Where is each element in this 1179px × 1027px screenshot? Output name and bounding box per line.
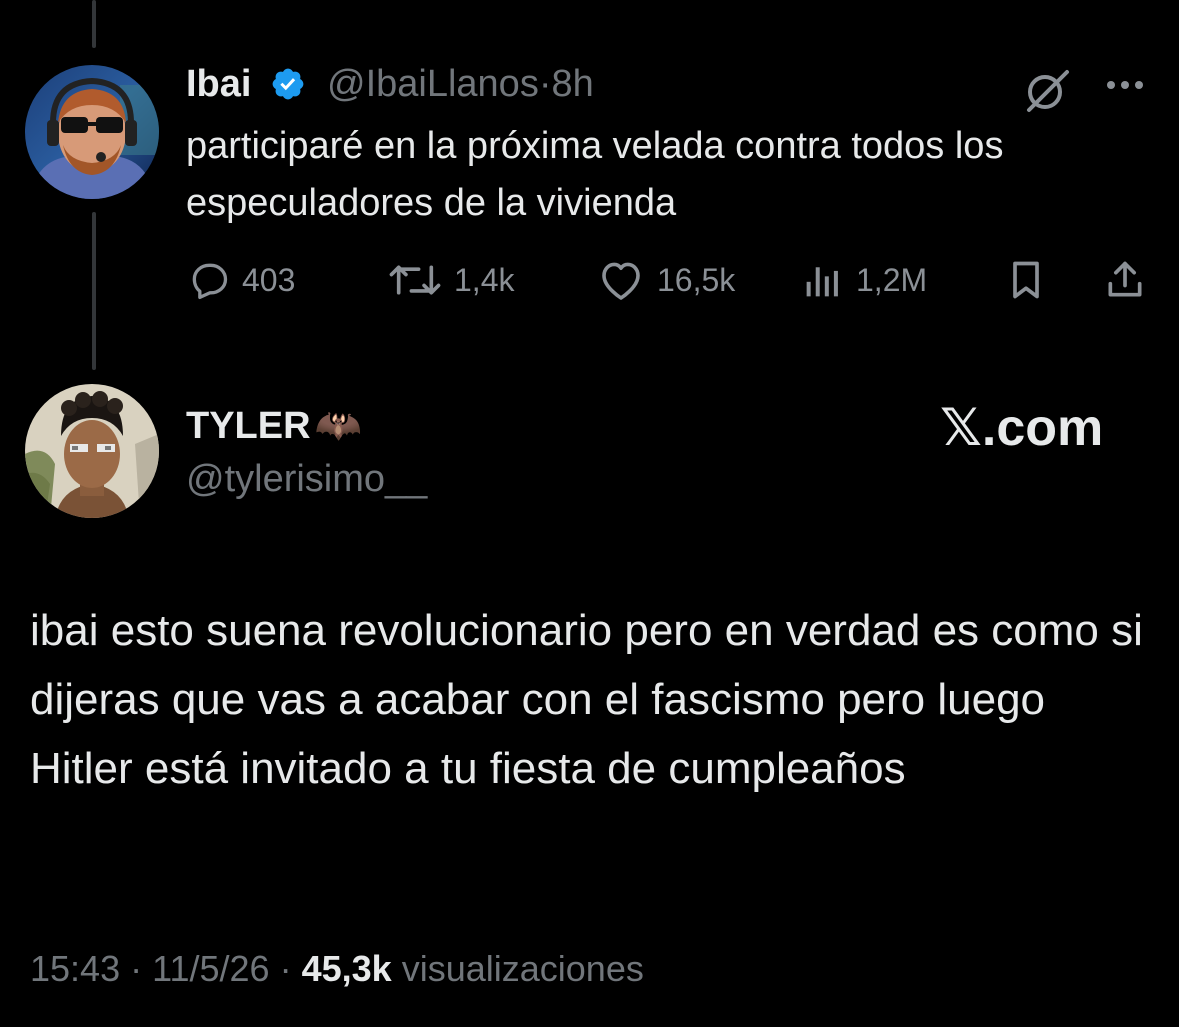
tyler-display-name[interactable]: TYLER 🦇 (186, 404, 362, 448)
tyler-name-text[interactable]: TYLER (186, 405, 311, 447)
bookmark-icon[interactable] (1004, 258, 1048, 302)
like-button[interactable]: 16,5k (595, 258, 735, 302)
views-count: 1,2M (856, 261, 928, 298)
reply-icon (186, 258, 232, 302)
views-icon (800, 260, 846, 300)
main-tweet-text: ibai esto suena revolucionario pero en v… (30, 606, 1143, 793)
ibai-display-name[interactable]: Ibai (186, 63, 251, 106)
like-count: 16,5k (657, 261, 736, 298)
more-options-icon[interactable] (1100, 70, 1150, 100)
ibai-avatar[interactable] (25, 65, 159, 199)
tweet-date[interactable]: 11/5/26 (152, 948, 269, 989)
like-icon (595, 258, 647, 302)
grok-icon[interactable] (1022, 68, 1072, 114)
quoted-tweet-text: participaré en la próxima velada contra … (186, 125, 1004, 224)
ibai-handle-text[interactable]: @IbaiLlanos (327, 63, 539, 105)
repost-icon (386, 258, 444, 302)
tyler-handle[interactable]: @tylerisimo__ (186, 458, 427, 501)
ibai-handle[interactable]: @IbaiLlanos·8h (327, 63, 594, 106)
share-icon[interactable] (1100, 256, 1150, 304)
verified-badge-icon (270, 66, 306, 107)
tweet-time[interactable]: 15:43 (30, 948, 120, 989)
tweet-footer: 15:43 · 11/5/26 · 45,3k visualizaciones (30, 948, 644, 990)
views-total[interactable]: 45,3k (302, 948, 392, 989)
footer-separator-2: · (279, 948, 292, 989)
thread-line-middle (92, 212, 96, 370)
views-button[interactable]: 1,2M (800, 258, 927, 302)
footer-separator-1: · (130, 948, 143, 989)
repost-button[interactable]: 1,4k (386, 258, 514, 302)
reply-button[interactable]: 403 (186, 258, 295, 302)
tyler-avatar[interactable] (25, 384, 159, 518)
time-separator: · (538, 63, 552, 105)
views-label: visualizaciones (401, 948, 644, 989)
reply-count: 403 (242, 261, 296, 298)
repost-count: 1,4k (454, 261, 515, 298)
x-watermark: 𝕏.com (940, 399, 1104, 457)
bat-emoji-icon: 🦇 (314, 405, 362, 447)
ibai-time-ago[interactable]: 8h (551, 63, 593, 105)
thread-line-top (92, 0, 96, 48)
